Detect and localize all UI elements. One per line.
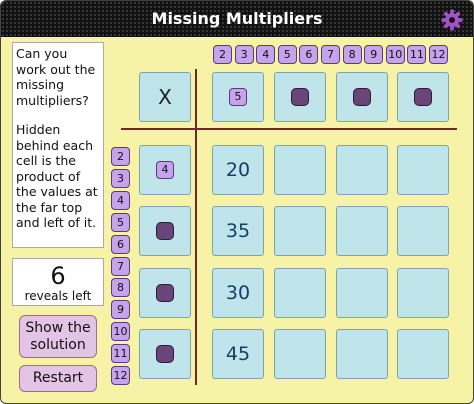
title-bar: Missing Multipliers [1,1,473,37]
top-multiplier-hidden-marker [414,88,432,106]
top-multiplier-cell-3[interactable] [336,72,388,122]
gear-icon[interactable] [441,9,463,31]
instructions-question: Can you work out the missing multipliers… [16,46,96,108]
show-solution-button[interactable]: Show the solution [19,315,97,358]
left-multiplier-hidden-marker [156,345,174,363]
number-option-left-3[interactable]: 3 [111,168,130,188]
product-cell-r4-c1[interactable]: 45 [212,329,264,379]
instructions-explanation: Hidden behind each cell is the product o… [16,122,98,230]
number-option-top-8[interactable]: 8 [342,45,362,64]
app-title: Missing Multipliers [151,9,323,28]
product-cell-r1-c2[interactable] [274,145,326,195]
product-cell-r2-c1[interactable]: 35 [212,206,264,256]
number-option-top-5[interactable]: 5 [277,45,297,64]
number-option-top-10[interactable]: 10 [385,45,405,64]
left-multiplier-hidden-marker [156,222,174,240]
game-frame: Missing Multipliers Can you work out the… [0,0,474,404]
restart-button[interactable]: Restart [19,365,97,392]
corner-multiply-cell: X [139,72,191,122]
top-multiplier-cell-4[interactable] [397,72,449,122]
product-cell-r3-c3[interactable] [336,268,388,318]
product-cell-r3-c4[interactable] [397,268,449,318]
number-option-top-2[interactable]: 2 [213,45,232,64]
product-cell-r4-c2[interactable] [274,329,326,379]
left-multiplier-hidden-marker [156,284,174,302]
product-cell-r2-c3[interactable] [336,206,388,256]
number-option-left-8[interactable]: 8 [111,278,130,298]
product-cell-r4-c4[interactable] [397,329,449,379]
number-option-top-3[interactable]: 3 [234,45,254,64]
number-option-left-12[interactable]: 12 [111,366,130,385]
number-option-top-9[interactable]: 9 [364,45,384,64]
reveals-counter: 6 reveals left [12,258,104,306]
top-multiplier-hidden-marker [291,88,309,106]
number-option-top-4[interactable]: 4 [256,45,276,64]
grid-divider-horizontal [121,128,457,130]
product-cell-r1-c4[interactable] [397,145,449,195]
product-cell-r3-c1[interactable]: 30 [212,268,264,318]
number-option-left-4[interactable]: 4 [111,190,130,210]
left-multiplier-value-chip: 4 [156,161,174,179]
product-cell-r4-c3[interactable] [336,329,388,379]
product-cell-r2-c2[interactable] [274,206,326,256]
product-cell-r1-c3[interactable] [336,145,388,195]
reveals-label: reveals left [24,289,92,303]
top-multiplier-hidden-marker [353,88,371,106]
top-multiplier-value-chip: 5 [229,88,247,106]
left-multiplier-cell-2[interactable] [139,206,191,256]
number-option-left-6[interactable]: 6 [111,234,130,254]
number-option-top-11[interactable]: 11 [407,45,427,64]
product-cell-r2-c4[interactable] [397,206,449,256]
left-multiplier-cell-4[interactable] [139,329,191,379]
number-option-top-7[interactable]: 7 [321,45,340,64]
left-multiplier-cell-1[interactable]: 4 [139,145,191,195]
reveals-count: 6 [50,262,66,290]
number-option-left-7[interactable]: 7 [111,256,130,276]
instructions-panel: Can you work out the missing multipliers… [12,42,104,248]
top-multiplier-cell-2[interactable] [274,72,326,122]
grid-divider-vertical [195,69,197,385]
number-option-left-2[interactable]: 2 [111,147,130,166]
product-cell-r3-c2[interactable] [274,268,326,318]
number-option-left-11[interactable]: 11 [111,344,130,364]
number-option-left-9[interactable]: 9 [111,300,130,320]
number-option-top-12[interactable]: 12 [429,45,448,64]
number-option-top-6[interactable]: 6 [299,45,319,64]
product-cell-r1-c1[interactable]: 20 [212,145,264,195]
number-option-left-5[interactable]: 5 [111,212,130,232]
number-option-left-10[interactable]: 10 [111,322,130,342]
top-multiplier-cell-1[interactable]: 5 [212,72,264,122]
left-multiplier-cell-3[interactable] [139,268,191,318]
